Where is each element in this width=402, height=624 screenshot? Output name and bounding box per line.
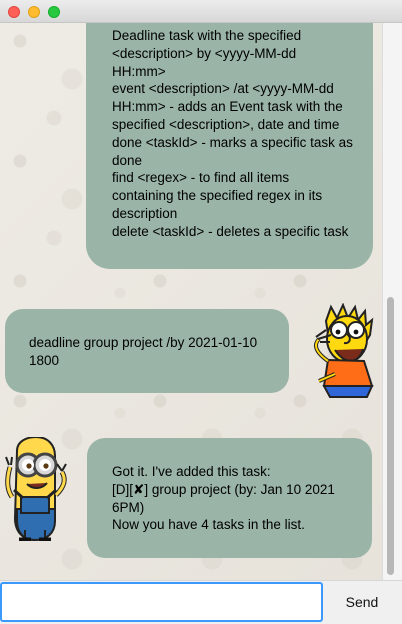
minion-avatar [5, 437, 67, 541]
minimize-window-button[interactable] [28, 6, 40, 18]
close-window-button[interactable] [8, 6, 20, 18]
bart-simpson-avatar [313, 303, 374, 398]
bot-help-message: Deadline task with the specified <descri… [86, 23, 373, 269]
chat-scroll-thumb[interactable] [387, 297, 394, 575]
maximize-window-button[interactable] [48, 6, 60, 18]
chat-history-pane[interactable]: Deadline task with the specified <descri… [0, 23, 402, 580]
window-titlebar [0, 0, 402, 23]
user-message: deadline group project /by 2021-01-10 18… [5, 309, 289, 393]
chat-scrollbar[interactable] [382, 23, 402, 580]
bot-task-added-message: Got it. I've added this task: [D][✘] gro… [87, 438, 372, 558]
message-composer: Send [0, 580, 402, 624]
send-button[interactable]: Send [330, 581, 394, 623]
chatbot-window: Deadline task with the specified <descri… [0, 0, 402, 624]
message-input[interactable] [0, 582, 323, 622]
